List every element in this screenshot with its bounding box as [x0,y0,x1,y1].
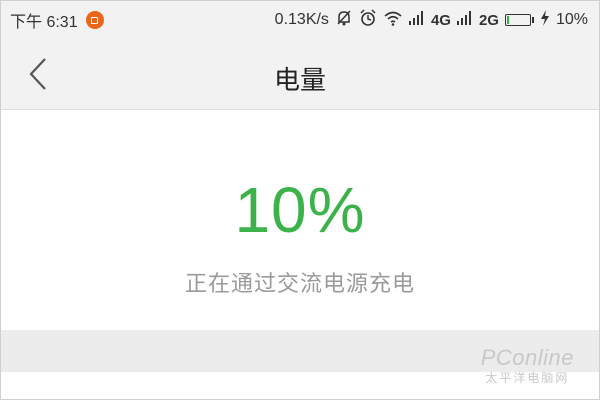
app-header: 电量 [0,40,600,110]
charging-icon [540,9,550,31]
page-title: 电量 [273,65,326,95]
wifi-icon [383,10,403,31]
network-type-1: 4G [430,11,451,29]
watermark: PConline 太平洋电脑网 [481,345,574,386]
battery-icon [504,14,534,26]
status-left: 下午 6:31 [10,8,112,32]
signal-icon-1 [408,10,425,30]
alarm-icon [359,8,377,32]
watermark-subtitle: 太平洋电脑网 [485,371,570,385]
status-time: 下午 6:31 [10,14,78,31]
battery-summary: 10% 正在通过交流电源充电 [0,110,600,330]
network-speed: 0.13K/s [274,11,329,28]
signal-icon-2 [456,10,473,30]
charging-status: 正在通过交流电源充电 [184,271,415,296]
watermark-logo: PConline [480,345,574,370]
notification-icon [85,11,104,29]
network-type-2: 2G [478,11,499,29]
status-right: 0.13K/s 4G 2G 10% [269,8,588,32]
battery-percent: 10% [555,11,588,28]
battery-percentage: 10% [234,174,366,246]
mute-icon [335,9,353,32]
status-bar: 下午 6:31 0.13K/s 4G 2G 10% [0,0,600,40]
